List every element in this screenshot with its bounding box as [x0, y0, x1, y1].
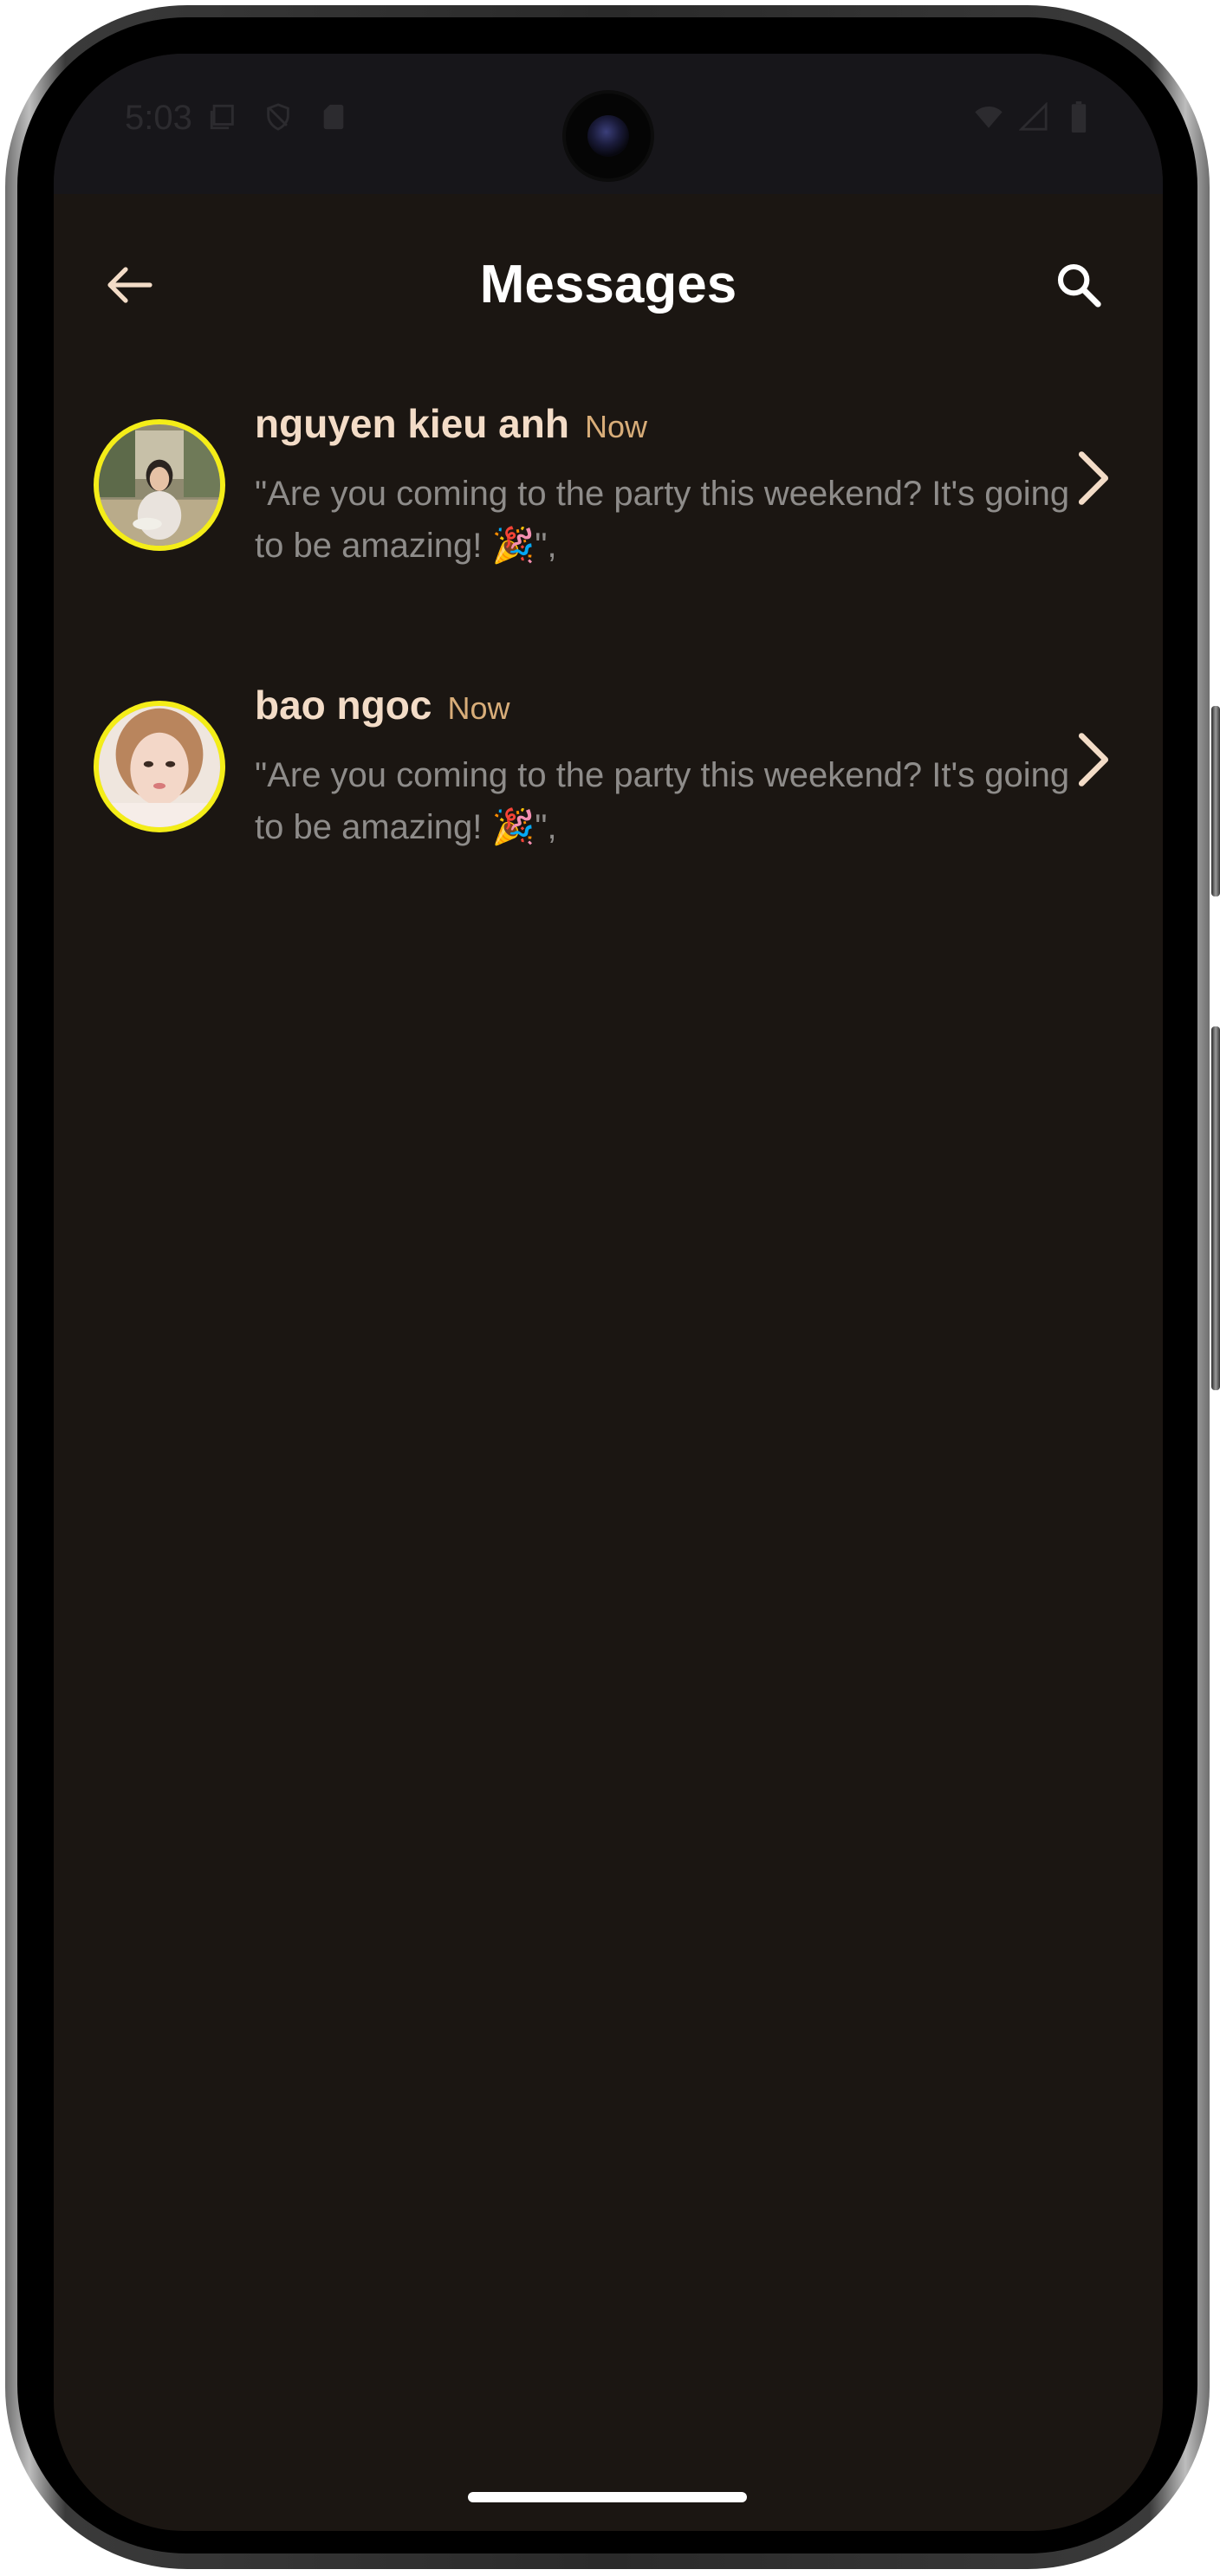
message-preview: "Are you coming to the party this weeken…: [255, 756, 1070, 846]
status-time: 5:03: [125, 99, 192, 137]
camera-lens: [587, 115, 629, 157]
status-icons-left: [208, 102, 348, 132]
search-icon: [1057, 263, 1101, 307]
sender-name: bao ngoc: [255, 683, 432, 728]
avatar: [94, 701, 225, 832]
message-content: nguyen kieu anh Now "Are you coming to t…: [255, 400, 1087, 572]
message-header: bao ngoc Now: [255, 682, 1087, 734]
search-button[interactable]: [1048, 257, 1109, 313]
message-list: nguyen kieu anh Now "Are you coming to t…: [54, 400, 1163, 963]
app-bar: Messages: [54, 240, 1163, 327]
power-button: [1211, 1026, 1220, 1390]
message-content: bao ngoc Now "Are you coming to the part…: [255, 682, 1087, 853]
avatar: [94, 419, 225, 551]
page-title: Messages: [479, 255, 737, 314]
shield-icon: [263, 102, 293, 132]
wifi-icon: [974, 102, 1003, 132]
screen: 5:03 Messages nguyen kieu anh Now "Are y…: [54, 54, 1163, 2531]
message-header: nguyen kieu anh Now: [255, 400, 1087, 452]
battery-icon: [1064, 101, 1093, 133]
sd-card-icon: [319, 102, 348, 132]
message-time: Now: [447, 690, 510, 726]
chevron-right-icon: [1068, 725, 1119, 794]
status-bar: 5:03: [54, 54, 1163, 194]
message-preview: "Are you coming to the party this weeken…: [255, 475, 1070, 565]
chevron-right-icon: [1068, 443, 1119, 513]
cellular-signal-icon: [1019, 102, 1048, 132]
front-camera: [566, 94, 651, 178]
message-time: Now: [584, 409, 647, 444]
home-indicator[interactable]: [468, 2492, 747, 2502]
volume-button: [1211, 706, 1220, 896]
message-item[interactable]: bao ngoc Now "Are you coming to the part…: [54, 682, 1163, 963]
notification-stack-icon: [208, 102, 237, 132]
status-icons-right: [974, 101, 1093, 133]
phone-device: 5:03 Messages nguyen kieu anh Now "Are y…: [0, 0, 1220, 2576]
sender-name: nguyen kieu anh: [255, 401, 569, 446]
message-item[interactable]: nguyen kieu anh Now "Are you coming to t…: [54, 400, 1163, 682]
